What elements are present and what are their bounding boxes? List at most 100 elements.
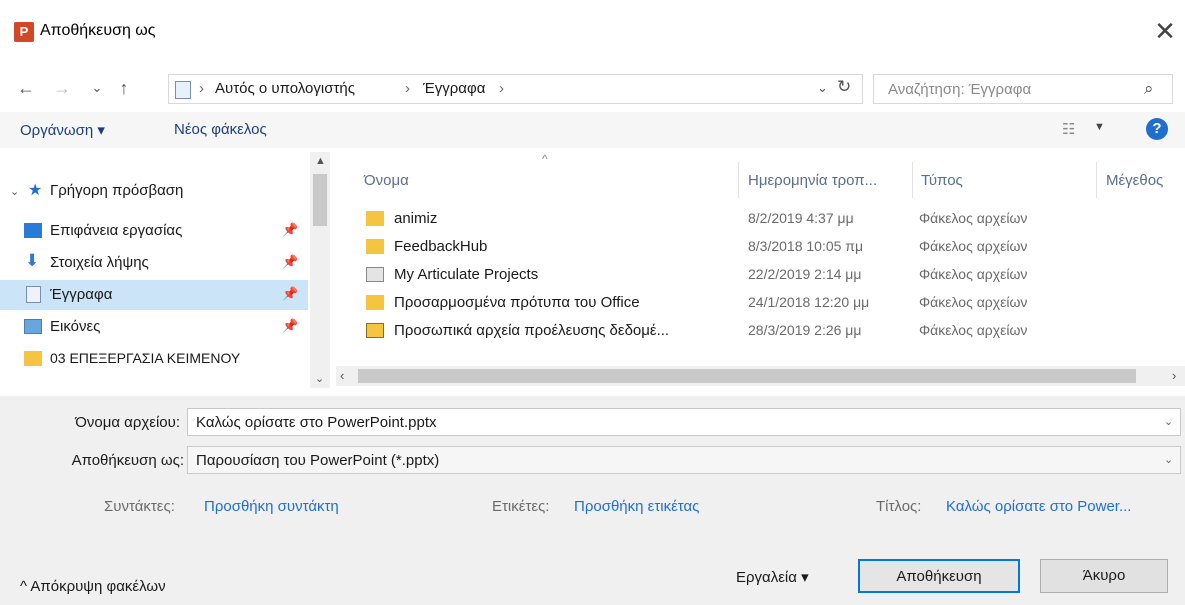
file-name: animiz — [394, 210, 438, 227]
refresh-icon[interactable]: ↻ — [837, 77, 851, 97]
breadcrumb-this-pc[interactable]: Αυτός ο υπολογιστής — [215, 80, 355, 97]
save-type-select[interactable]: Παρουσίαση του PowerPoint (*.pptx) ⌄ — [187, 446, 1181, 474]
expand-chevron-icon[interactable]: ⌄ — [10, 185, 19, 198]
file-name: Προσωπικά αρχεία προέλευσης δεδομέ... — [394, 322, 670, 339]
file-row[interactable]: Προσαρμοσμένα πρότυπα του Office 24/1/20… — [336, 290, 1185, 318]
filename-label: Όνομα αρχείου: — [75, 414, 180, 431]
authors-label: Συντάκτες: — [104, 498, 175, 515]
chevron-down-icon[interactable]: ⌄ — [1164, 415, 1173, 428]
breadcrumb-documents[interactable]: Έγγραφα — [423, 80, 485, 97]
view-options-icon[interactable]: ☷ — [1062, 120, 1075, 138]
sidebar-item-label: Έγγραφα — [50, 286, 113, 303]
file-name: FeedbackHub — [394, 238, 488, 255]
sidebar-item-documents[interactable]: Έγγραφα 📌 — [0, 280, 308, 310]
address-dropdown-icon[interactable]: ⌄ — [817, 80, 828, 96]
data-folder-icon — [366, 323, 384, 338]
file-date: 22/2/2019 2:14 μμ — [748, 266, 862, 282]
sidebar-item-downloads[interactable]: ⬇ Στοιχεία λήψης 📌 — [0, 248, 308, 278]
sort-ascending-icon: ^ — [542, 152, 548, 166]
scroll-up-icon[interactable]: ▲ — [315, 155, 326, 167]
navigation-bar: ← → ⌄ ↑ › Αυτός ο υπολογιστής › Έγγραφα … — [0, 70, 1185, 106]
tools-button[interactable]: Εργαλεία ▾ — [736, 568, 809, 586]
title-bar: P Αποθήκευση ως ✕ — [0, 0, 1185, 52]
sidebar-item-label: Επιφάνεια εργασίας — [50, 222, 183, 239]
breadcrumb-separator: › — [499, 80, 504, 97]
tags-label: Ετικέτες: — [492, 498, 550, 515]
pictures-icon — [24, 319, 42, 334]
sidebar-item-pictures[interactable]: Εικόνες 📌 — [0, 312, 308, 342]
chevron-down-icon[interactable]: ⌄ — [1164, 453, 1173, 466]
pin-icon: 📌 — [282, 254, 299, 269]
new-folder-button[interactable]: Νέος φάκελος — [174, 121, 267, 138]
file-date: 28/3/2019 2:26 μμ — [748, 322, 862, 338]
add-tag-link[interactable]: Προσθήκη ετικέτας — [574, 498, 699, 515]
forward-icon[interactable]: → — [50, 74, 74, 102]
documents-location-icon — [175, 81, 191, 99]
column-header-type[interactable]: Τύπος — [921, 172, 963, 189]
filename-field[interactable]: Καλώς ορίσατε στο PowerPoint.pptx ⌄ — [187, 408, 1181, 436]
sidebar-item-label: 03 ΕΠΕΞΕΡΓΑΣΙΑ ΚΕΙΜΕΝΟΥ — [50, 350, 241, 366]
search-placeholder: Αναζήτηση: Έγγραφα — [888, 81, 1032, 98]
window-title: Αποθήκευση ως — [40, 22, 156, 39]
back-icon[interactable]: ← — [14, 74, 38, 102]
scroll-left-icon[interactable]: ‹ — [340, 368, 344, 383]
scroll-down-icon[interactable]: ⌄ — [315, 372, 324, 385]
column-header-size[interactable]: Μέγεθος — [1106, 172, 1163, 189]
recent-locations-icon[interactable]: ⌄ — [88, 74, 106, 102]
horizontal-scrollbar[interactable]: ‹ › — [336, 366, 1185, 386]
folder-icon — [24, 351, 42, 366]
sidebar-item-quick-access[interactable]: ⌄ ★ Γρήγορη πρόσβαση — [0, 176, 308, 206]
folder-icon — [366, 295, 384, 310]
save-button[interactable]: Αποθήκευση — [858, 559, 1020, 593]
file-type: Φάκελος αρχείων — [919, 322, 1028, 338]
scroll-thumb[interactable] — [358, 369, 1136, 383]
documents-icon — [26, 286, 41, 303]
sidebar-item-label: Στοιχεία λήψης — [50, 254, 149, 271]
sidebar-scrollbar[interactable]: ▲ ⌄ — [310, 152, 330, 388]
filename-value: Καλώς ορίσατε στο PowerPoint.pptx — [196, 414, 437, 431]
file-list: ^ Όνομα Ημερομηνία τροπ... Τύπος Μέγεθος… — [336, 152, 1185, 392]
up-icon[interactable]: ↑ — [112, 74, 136, 102]
save-type-value: Παρουσίαση του PowerPoint (*.pptx) — [196, 452, 440, 469]
help-icon[interactable]: ? — [1146, 118, 1168, 140]
sidebar-item-label: Εικόνες — [50, 318, 101, 335]
column-header-date[interactable]: Ημερομηνία τροπ... — [748, 172, 877, 189]
title-label: Τίτλος: — [876, 498, 922, 515]
file-name: Προσαρμοσμένα πρότυπα του Office — [394, 294, 640, 311]
save-type-label: Αποθήκευση ως: — [71, 452, 184, 469]
view-dropdown-icon[interactable]: ▼ — [1094, 121, 1105, 133]
sidebar-item-desktop[interactable]: Επιφάνεια εργασίας 📌 — [0, 216, 308, 246]
scroll-thumb[interactable] — [313, 174, 327, 226]
close-button[interactable]: ✕ — [1150, 16, 1180, 46]
organize-button[interactable]: Οργάνωση ▾ — [20, 121, 105, 139]
column-divider[interactable] — [738, 162, 739, 198]
column-divider[interactable] — [912, 162, 913, 198]
file-row[interactable]: My Articulate Projects 22/2/2019 2:14 μμ… — [336, 262, 1185, 290]
sidebar-item-folder-03[interactable]: 03 ΕΠΕΞΕΡΓΑΣΙΑ ΚΕΙΜΕΝΟΥ — [0, 344, 308, 374]
breadcrumb-separator: › — [199, 80, 204, 97]
column-header-name[interactable]: Όνομα — [364, 172, 409, 189]
file-row[interactable]: animiz 8/2/2019 4:37 μμ Φάκελος αρχείων — [336, 206, 1185, 234]
search-icon[interactable]: ⌕ — [1144, 79, 1154, 99]
file-row[interactable]: FeedbackHub 8/3/2018 10:05 πμ Φάκελος αρ… — [336, 234, 1185, 262]
powerpoint-icon: P — [14, 22, 34, 42]
address-bar[interactable]: › Αυτός ο υπολογιστής › Έγγραφα › ⌄ ↻ — [168, 74, 863, 104]
sidebar-item-label: Γρήγορη πρόσβαση — [50, 182, 184, 199]
add-author-link[interactable]: Προσθήκη συντάκτη — [204, 498, 339, 515]
file-type: Φάκελος αρχείων — [919, 238, 1028, 254]
title-field[interactable]: Καλώς ορίσατε στο Power... — [946, 498, 1131, 515]
cancel-button[interactable]: Άκυρο — [1040, 559, 1168, 593]
search-box[interactable]: Αναζήτηση: Έγγραφα ⌕ — [873, 74, 1173, 104]
hide-folders-button[interactable]: ^ Απόκρυψη φακέλων — [20, 578, 166, 595]
save-form: Όνομα αρχείου: Καλώς ορίσατε στο PowerPo… — [0, 396, 1185, 605]
download-icon: ⬇ — [25, 251, 40, 270]
scroll-right-icon[interactable]: › — [1172, 368, 1176, 383]
file-date: 24/1/2018 12:20 μμ — [748, 294, 870, 310]
command-bar: Οργάνωση ▾ Νέος φάκελος ☷ ▼ ? — [0, 112, 1185, 148]
file-row[interactable]: Προσωπικά αρχεία προέλευσης δεδομέ... 28… — [336, 318, 1185, 346]
file-type: Φάκελος αρχείων — [919, 294, 1028, 310]
column-divider[interactable] — [1096, 162, 1097, 198]
file-type: Φάκελος αρχείων — [919, 266, 1028, 282]
pin-icon: 📌 — [282, 222, 299, 237]
folder-icon — [366, 211, 384, 226]
